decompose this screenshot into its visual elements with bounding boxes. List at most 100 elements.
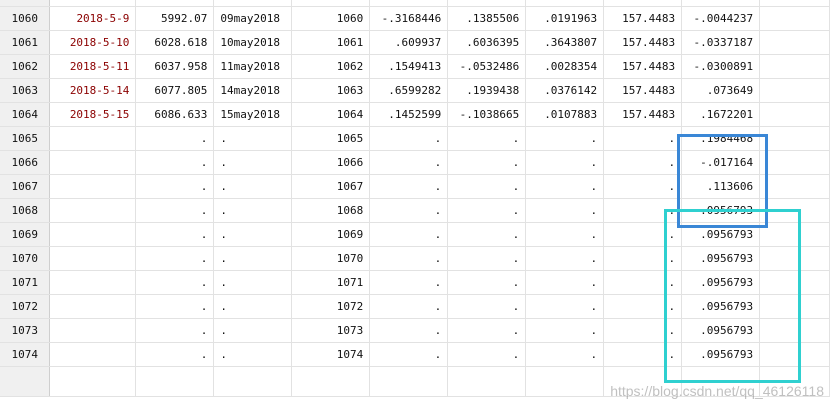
table-row[interactable]: 1068.. 1068.... .0956793 bbox=[0, 198, 830, 223]
table-cell[interactable]: -.1038665 bbox=[447, 102, 527, 127]
table-cell[interactable]: . bbox=[135, 150, 215, 175]
date-cell[interactable] bbox=[49, 246, 137, 271]
table-cell[interactable]: .1549413 bbox=[369, 54, 449, 79]
table-row[interactable]: 1072.. 1072.... .0956793 bbox=[0, 294, 830, 319]
date-cell[interactable] bbox=[49, 270, 137, 295]
table-cell[interactable]: -.0300891 bbox=[681, 54, 761, 79]
table-cell[interactable]: .113606 bbox=[681, 174, 761, 199]
table-cell[interactable]: -.017164 bbox=[681, 150, 761, 175]
table-cell[interactable]: 1062 bbox=[291, 54, 371, 79]
table-cell[interactable]: .0956793 bbox=[681, 270, 761, 295]
row-number[interactable]: 1068 bbox=[0, 198, 51, 223]
table-cell[interactable]: . bbox=[525, 342, 605, 367]
table-cell[interactable]: . bbox=[135, 222, 215, 247]
table-cell[interactable]: 6037.958 bbox=[135, 54, 215, 79]
table-cell[interactable]: . bbox=[447, 270, 527, 295]
table-cell[interactable]: .6599282 bbox=[369, 78, 449, 103]
row-number[interactable]: 1062 bbox=[0, 54, 51, 79]
table-cell[interactable]: 1061 bbox=[291, 30, 371, 55]
table-cell[interactable]: . bbox=[369, 318, 449, 343]
date-cell[interactable]: 2018-5-14 bbox=[49, 78, 137, 103]
date-string-cell[interactable]: . bbox=[213, 294, 293, 319]
row-number[interactable]: 1073 bbox=[0, 318, 51, 343]
table-row[interactable]: 1060 2018-5-9 5992.07 09may2018 1060 -.316844… bbox=[0, 6, 830, 31]
table-cell[interactable]: 1071 bbox=[291, 270, 371, 295]
table-row[interactable]: 1070.. 1070.... .0956793 bbox=[0, 246, 830, 271]
date-string-cell[interactable]: . bbox=[213, 270, 293, 295]
table-cell[interactable] bbox=[759, 246, 830, 271]
table-cell[interactable]: . bbox=[135, 174, 215, 199]
table-cell[interactable] bbox=[759, 30, 830, 55]
table-cell[interactable]: . bbox=[135, 318, 215, 343]
date-string-cell[interactable]: . bbox=[213, 126, 293, 151]
table-cell[interactable]: 1068 bbox=[291, 198, 371, 223]
row-number[interactable]: 1074 bbox=[0, 342, 51, 367]
table-cell[interactable]: 5992.07 bbox=[135, 6, 215, 31]
table-cell[interactable]: . bbox=[447, 294, 527, 319]
table-cell[interactable]: 157.4483 bbox=[603, 30, 683, 55]
table-cell[interactable]: . bbox=[369, 270, 449, 295]
table-cell[interactable]: . bbox=[603, 126, 683, 151]
table-cell[interactable]: . bbox=[603, 198, 683, 223]
table-cell[interactable] bbox=[759, 6, 830, 31]
table-cell[interactable]: .1672201 bbox=[681, 102, 761, 127]
table-cell[interactable]: .0956793 bbox=[681, 246, 761, 271]
date-string-cell[interactable]: 10may2018 bbox=[213, 30, 293, 55]
table-cell[interactable]: .6036395 bbox=[447, 30, 527, 55]
table-cell[interactable]: . bbox=[603, 294, 683, 319]
row-number[interactable]: 1072 bbox=[0, 294, 51, 319]
row-number[interactable]: 1065 bbox=[0, 126, 51, 151]
table-cell[interactable]: .0956793 bbox=[681, 294, 761, 319]
table-cell[interactable]: . bbox=[525, 198, 605, 223]
table-cell[interactable]: .0028354 bbox=[525, 54, 605, 79]
table-cell[interactable]: 1063 bbox=[291, 78, 371, 103]
table-cell[interactable]: . bbox=[135, 270, 215, 295]
date-cell[interactable] bbox=[49, 174, 137, 199]
table-cell[interactable]: . bbox=[135, 294, 215, 319]
table-cell[interactable]: . bbox=[447, 246, 527, 271]
table-row[interactable]: 1066.. 1066.... -.017164 bbox=[0, 150, 830, 175]
date-cell[interactable]: 2018-5-11 bbox=[49, 54, 137, 79]
table-cell[interactable]: . bbox=[525, 150, 605, 175]
row-number[interactable]: 1067 bbox=[0, 174, 51, 199]
table-cell[interactable]: .1984468 bbox=[681, 126, 761, 151]
row-number[interactable]: 1063 bbox=[0, 78, 51, 103]
table-cell[interactable]: . bbox=[447, 126, 527, 151]
table-cell[interactable]: 1064 bbox=[291, 102, 371, 127]
table-cell[interactable]: .0956793 bbox=[681, 342, 761, 367]
table-cell[interactable] bbox=[759, 126, 830, 151]
table-cell[interactable]: .0956793 bbox=[681, 222, 761, 247]
table-cell[interactable]: . bbox=[447, 222, 527, 247]
table-cell[interactable] bbox=[759, 150, 830, 175]
table-cell[interactable]: . bbox=[369, 150, 449, 175]
table-cell[interactable]: . bbox=[525, 294, 605, 319]
table-cell[interactable]: -.0044237 bbox=[681, 6, 761, 31]
table-cell[interactable]: 1060 bbox=[291, 6, 371, 31]
row-number[interactable]: 1061 bbox=[0, 30, 51, 55]
table-row[interactable]: 1073.. 1073.... .0956793 bbox=[0, 318, 830, 343]
table-cell[interactable] bbox=[759, 78, 830, 103]
table-cell[interactable]: . bbox=[135, 246, 215, 271]
table-cell[interactable]: 157.4483 bbox=[603, 6, 683, 31]
table-cell[interactable]: .1385506 bbox=[447, 6, 527, 31]
table-row[interactable]: 1071.. 1071.... .0956793 bbox=[0, 270, 830, 295]
table-cell[interactable]: 1073 bbox=[291, 318, 371, 343]
date-cell[interactable] bbox=[49, 150, 137, 175]
table-cell[interactable]: . bbox=[447, 150, 527, 175]
table-cell[interactable]: . bbox=[525, 126, 605, 151]
table-cell[interactable]: . bbox=[603, 246, 683, 271]
date-cell[interactable]: 2018-5-10 bbox=[49, 30, 137, 55]
table-row[interactable]: 1063 2018-5-14 6077.805 14may2018 1063.65992… bbox=[0, 78, 830, 103]
date-cell[interactable] bbox=[49, 318, 137, 343]
table-cell[interactable]: 1065 bbox=[291, 126, 371, 151]
table-cell[interactable]: . bbox=[135, 198, 215, 223]
table-cell[interactable]: .0956793 bbox=[681, 198, 761, 223]
table-cell[interactable] bbox=[759, 102, 830, 127]
date-cell[interactable]: 2018-5-15 bbox=[49, 102, 137, 127]
table-cell[interactable]: . bbox=[525, 222, 605, 247]
date-string-cell[interactable]: 14may2018 bbox=[213, 78, 293, 103]
table-row[interactable]: 1067.. 1067.... .113606 bbox=[0, 174, 830, 199]
table-cell[interactable] bbox=[759, 270, 830, 295]
date-string-cell[interactable]: . bbox=[213, 150, 293, 175]
date-string-cell[interactable]: . bbox=[213, 246, 293, 271]
